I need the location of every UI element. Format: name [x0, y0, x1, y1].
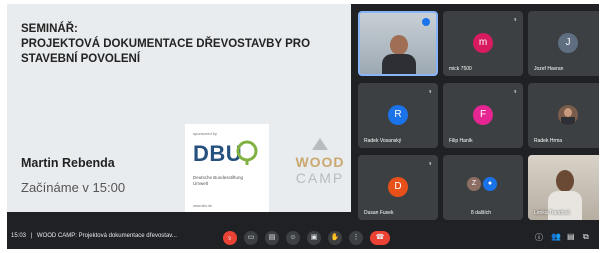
emoji-icon[interactable]: ☺	[286, 231, 300, 245]
sponsor-subtitle: Deutsche Bundesstiftung Umwelt	[193, 175, 244, 186]
slide-title: SEMINÁŘ: PROJEKTOVÁ DOKUMENTACE DŘEVOSTA…	[21, 23, 311, 65]
sponsor-card: sponsored by DBU Deutsche Bundesstiftung…	[185, 124, 269, 212]
participant-name: Filip Haník	[449, 138, 473, 144]
present-screen-icon[interactable]: ▣	[307, 231, 321, 245]
avatar: D	[388, 177, 408, 197]
meeting-info: 15:03 | WOOD CAMP: Projektová dokumentac…	[11, 233, 177, 239]
person-head	[556, 170, 574, 192]
raise-hand-icon[interactable]: ✋	[328, 231, 342, 245]
person-body	[382, 54, 416, 74]
wood-camp-logo-top: WOOD	[295, 154, 345, 170]
participant-name: Radek Vosanský	[364, 138, 402, 144]
participant-name: Lenka Trandová	[534, 210, 570, 216]
presentation-slide: SEMINÁŘ: PROJEKTOVÁ DOKUMENTACE DŘEVOSTA…	[7, 4, 351, 212]
participant-tile[interactable]: ⍚ Radek Hrma	[528, 83, 599, 148]
activities-icon[interactable]: ⧉	[583, 232, 589, 242]
participant-tile[interactable]: ⍚ Lenka Trandová	[528, 155, 599, 220]
mic-off-icon: ⍚	[428, 160, 432, 166]
participant-name: Radek Hrma	[534, 138, 563, 144]
participant-tile[interactable]: ⍚ R Radek Vosanský	[358, 83, 438, 148]
people-icon[interactable]: 👥	[551, 232, 561, 241]
camera-icon[interactable]: ▭	[244, 231, 258, 245]
wood-camp-logo: WOOD CAMP	[292, 154, 348, 186]
speaking-indicator-icon	[422, 18, 430, 26]
start-time: Začínáme v 15:00	[21, 180, 126, 195]
participant-tile[interactable]: ⍚ D Dusan Fusek	[358, 155, 438, 220]
sponsor-url: www.dbu.de	[193, 204, 213, 208]
participant-tile-self[interactable]	[358, 11, 438, 76]
meeting-window: SEMINÁŘ: PROJEKTOVÁ DOKUMENTACE DŘEVOSTA…	[7, 4, 599, 249]
participant-tile[interactable]: ⍚ J Jozef Havran	[528, 11, 599, 76]
tree-logo-icon	[312, 138, 328, 150]
leaf-logo-icon	[236, 140, 258, 165]
end-call-icon[interactable]: ☎	[370, 231, 390, 245]
mic-off-icon: ⍚	[513, 88, 517, 94]
avatar: R	[388, 105, 408, 125]
sponsor-label: sponsored by	[193, 131, 218, 136]
meeting-title: WOOD CAMP: Projektová dokumentace dřevos…	[36, 233, 177, 239]
participant-tile-more[interactable]: Z ● 8 dalších	[443, 155, 523, 220]
more-options-icon[interactable]: ⋮	[349, 231, 363, 245]
captions-icon[interactable]: ▤	[265, 231, 279, 245]
avatar: Z	[467, 177, 481, 191]
participant-name: Jozef Havran	[534, 66, 564, 72]
avatar: F	[473, 105, 493, 125]
chat-icon[interactable]: ▤	[567, 232, 575, 241]
group-people-icon: ●	[483, 177, 497, 191]
clock-time: 15:03	[11, 233, 27, 239]
participant-name: Dusan Fusek	[364, 210, 394, 216]
wood-camp-logo-bottom: CAMP	[295, 170, 345, 186]
participant-tile[interactable]: ⍚ F Filip Haník	[443, 83, 523, 148]
participant-name: mick 7500	[449, 66, 472, 72]
separator: |	[30, 233, 33, 239]
mic-off-icon: ⍚	[513, 16, 517, 22]
avatar: J	[558, 33, 578, 53]
microphone-off-icon[interactable]: ⍚	[223, 231, 237, 245]
participant-name: 8 dalších	[471, 210, 492, 216]
person-head	[390, 35, 408, 55]
participant-tile[interactable]: ⍚ m mick 7500	[443, 11, 523, 76]
info-icon[interactable]: ⓘ	[535, 232, 543, 243]
profile-photo	[558, 105, 578, 125]
mic-off-icon: ⍚	[428, 88, 432, 94]
speaker-name: Martin Rebenda	[21, 156, 115, 170]
avatar: m	[473, 33, 493, 53]
control-bar: 15:03 | WOOD CAMP: Projektová dokumentac…	[7, 226, 599, 249]
